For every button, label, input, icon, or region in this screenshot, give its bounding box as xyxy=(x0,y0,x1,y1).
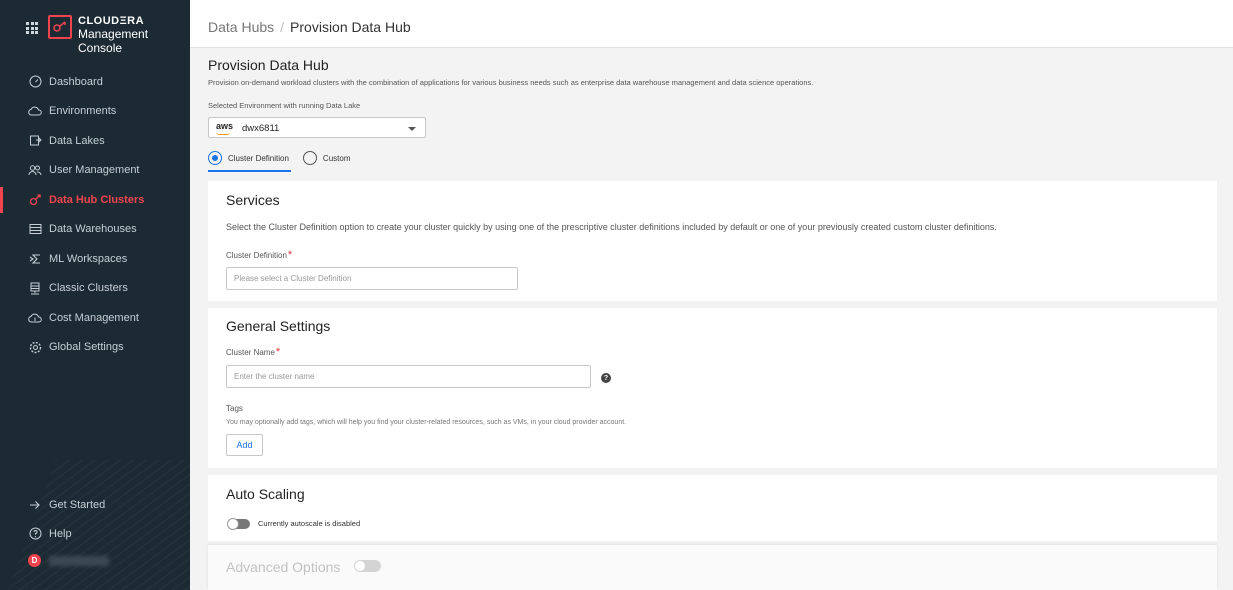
radio-checked-icon xyxy=(208,151,222,165)
definition-mode-radios: Cluster Definition Custom xyxy=(208,148,364,172)
sidebar-item-label: Environments xyxy=(49,105,117,118)
sidebar-item-data-lakes[interactable]: Data Lakes xyxy=(0,126,190,156)
aws-smile-mark xyxy=(216,132,230,135)
user-name-redacted xyxy=(49,555,109,566)
help-circle-icon xyxy=(28,527,42,541)
sidebar: CLOUDΞRA Management Console Dashboard En… xyxy=(0,0,190,590)
sidebar-item-dashboard[interactable]: Dashboard xyxy=(0,67,190,97)
general-settings-card: General Settings Cluster Name* Enter the… xyxy=(208,308,1217,468)
sidebar-item-label: Classic Clusters xyxy=(49,282,128,295)
chevron-down-icon xyxy=(408,127,416,131)
radio-unchecked-icon xyxy=(302,151,317,165)
server-icon xyxy=(28,281,42,295)
autoscale-status: Currently autoscale is disabled xyxy=(258,519,361,528)
sidebar-item-label: Help xyxy=(49,527,72,540)
environment-value: dwx6811 xyxy=(242,123,280,134)
environment-select[interactable]: aws dwx6811 xyxy=(208,117,426,138)
dashboard-gauge-icon xyxy=(28,75,42,89)
page-title: Provision Data Hub xyxy=(208,57,329,73)
cloud-icon xyxy=(28,104,42,118)
sidebar-item-label: Data Warehouses xyxy=(49,223,137,236)
sidebar-item-classic-clusters[interactable]: Classic Clusters xyxy=(0,274,190,304)
add-tag-button[interactable]: Add xyxy=(226,434,263,456)
environment-label: Selected Environment with running Data L… xyxy=(208,101,361,110)
breadcrumb-current: Provision Data Hub xyxy=(290,19,411,35)
ml-workspace-icon xyxy=(28,252,42,266)
brand-name: CLOUDΞRA xyxy=(78,15,145,27)
gear-icon xyxy=(28,340,42,354)
radio-custom[interactable]: Custom xyxy=(302,148,351,168)
cost-cloud-icon xyxy=(28,311,42,325)
tags-label: Tags xyxy=(226,404,243,413)
services-description: Select the Cluster Definition option to … xyxy=(226,222,997,232)
general-settings-title: General Settings xyxy=(226,318,331,334)
brand-subtitle: Management Console xyxy=(78,27,149,55)
users-icon xyxy=(28,163,42,177)
sidebar-item-label: Data Hub Clusters xyxy=(49,193,145,206)
advanced-options-toggle[interactable] xyxy=(354,560,381,572)
cluster-name-label: Cluster Name* xyxy=(226,346,281,358)
sidebar-bottom-nav: Get Started Help xyxy=(0,490,190,548)
advanced-options-card: Advanced Options xyxy=(208,545,1217,590)
cloudera-logo-icon xyxy=(48,15,72,39)
sidebar-item-help[interactable]: Help xyxy=(0,519,190,548)
arrow-right-icon xyxy=(28,498,42,512)
tags-description: You may optionally add tags, which will … xyxy=(226,419,627,426)
brand: CLOUDΞRA Management Console xyxy=(0,0,190,58)
page-header: Data Hubs / Provision Data Hub xyxy=(190,0,1233,48)
page-description: Provision on-demand workload clusters wi… xyxy=(208,78,814,87)
cluster-definition-label: Cluster Definition* xyxy=(226,249,293,261)
radio-cluster-definition[interactable]: Cluster Definition xyxy=(208,148,291,172)
breadcrumb-separator: / xyxy=(280,19,285,35)
breadcrumb: Data Hubs / Provision Data Hub xyxy=(208,19,411,35)
services-title: Services xyxy=(226,192,280,208)
required-marker: * xyxy=(275,346,281,358)
auto-scaling-title: Auto Scaling xyxy=(226,486,305,502)
sidebar-item-get-started[interactable]: Get Started xyxy=(0,490,190,519)
sidebar-item-cost-management[interactable]: Cost Management xyxy=(0,303,190,333)
sidebar-item-label: Dashboard xyxy=(49,75,103,88)
user-menu[interactable]: D xyxy=(28,554,109,567)
sidebar-item-global-settings[interactable]: Global Settings xyxy=(0,333,190,363)
sidebar-item-label: User Management xyxy=(49,164,140,177)
sidebar-item-data-hub-clusters[interactable]: Data Hub Clusters xyxy=(0,185,190,215)
radio-label: Custom xyxy=(322,153,351,163)
advanced-options-title: Advanced Options xyxy=(226,559,341,575)
avatar: D xyxy=(28,554,41,567)
app-switcher-grid-icon[interactable] xyxy=(26,22,38,34)
data-warehouse-icon xyxy=(28,222,42,236)
sidebar-item-data-warehouses[interactable]: Data Warehouses xyxy=(0,215,190,245)
data-lake-icon xyxy=(28,134,42,148)
sidebar-item-label: ML Workspaces xyxy=(49,252,128,265)
data-hub-icon xyxy=(28,193,42,207)
auto-scaling-card: Auto Scaling Currently autoscale is disa… xyxy=(208,475,1217,541)
cluster-definition-input[interactable]: Please select a Cluster Definition xyxy=(226,267,518,290)
breadcrumb-data-hubs[interactable]: Data Hubs xyxy=(208,19,274,35)
sidebar-item-label: Get Started xyxy=(49,498,106,511)
cluster-name-input[interactable]: Enter the cluster name xyxy=(226,365,591,388)
main-content: Provision Data Hub Provision on-demand w… xyxy=(190,48,1233,590)
sidebar-item-user-management[interactable]: User Management xyxy=(0,156,190,186)
aws-logo-icon: aws xyxy=(216,121,234,131)
radio-label: Cluster Definition xyxy=(228,153,289,163)
required-marker: * xyxy=(287,249,293,261)
sidebar-item-label: Cost Management xyxy=(49,311,139,324)
services-card: Services Select the Cluster Definition o… xyxy=(208,181,1217,301)
sidebar-item-label: Global Settings xyxy=(49,341,124,354)
sidebar-nav: Dashboard Environments Data Lakes User M… xyxy=(0,67,190,362)
sidebar-item-environments[interactable]: Environments xyxy=(0,97,190,127)
help-icon[interactable]: ? xyxy=(601,373,611,383)
autoscale-toggle[interactable] xyxy=(227,518,250,530)
sidebar-item-ml-workspaces[interactable]: ML Workspaces xyxy=(0,244,190,274)
sidebar-item-label: Data Lakes xyxy=(49,134,105,147)
